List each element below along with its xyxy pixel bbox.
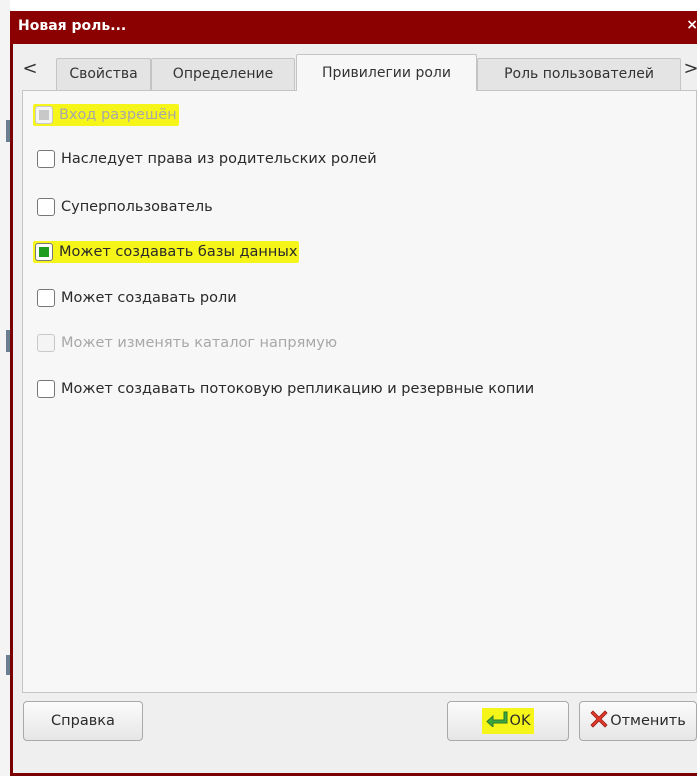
option-label: Может создавать роли	[61, 290, 237, 306]
highlight: OK	[481, 708, 535, 734]
tab-role-privileges[interactable]: Привилегии роли	[296, 54, 477, 91]
option-label: Может создавать базы данных	[59, 244, 298, 260]
ok-button[interactable]: OK	[447, 701, 569, 741]
background-app-edge	[0, 0, 10, 776]
option-label: Может изменять каталог напрямую	[61, 335, 338, 351]
option-superuser[interactable]: Суперпользователь	[37, 195, 213, 219]
tab-role-membership[interactable]: Роль пользователей	[477, 58, 681, 90]
cancel-button-label: Отменить	[610, 713, 686, 729]
replication-checkbox[interactable]	[37, 380, 55, 398]
screen: Новая роль... × < Свойства Определение П…	[0, 0, 697, 776]
highlight: Вход разрешён	[33, 104, 179, 126]
red-x-icon	[590, 710, 608, 732]
update-catalog-checkbox[interactable]	[37, 334, 55, 352]
option-can-login[interactable]: Вход разрешён	[33, 103, 179, 127]
create-roles-checkbox[interactable]	[37, 289, 55, 307]
new-role-dialog: Новая роль... × < Свойства Определение П…	[10, 11, 697, 776]
ok-button-label: OK	[509, 713, 531, 729]
help-button[interactable]: Справка	[23, 701, 143, 741]
option-inherit-rights[interactable]: Наследует права из родительских ролей	[37, 147, 377, 171]
highlight: Может создавать базы данных	[33, 241, 300, 263]
tab-bar: < Свойства Определение Привилегии роли Р…	[21, 54, 697, 91]
cancel-button[interactable]: Отменить	[579, 701, 697, 741]
tab-scroll-right-icon[interactable]: >	[682, 56, 697, 86]
window-title: Новая роль...	[18, 18, 127, 34]
close-icon[interactable]: ×	[686, 17, 697, 33]
enter-arrow-icon	[485, 711, 508, 731]
title-bar: Новая роль... ×	[10, 11, 697, 44]
help-button-label: Справка	[51, 713, 115, 729]
option-replication[interactable]: Может создавать потоковую репликацию и р…	[37, 377, 534, 401]
option-label: Суперпользователь	[61, 199, 213, 215]
can-login-checkbox[interactable]	[35, 106, 53, 124]
create-databases-checkbox[interactable]	[35, 243, 53, 261]
option-create-roles[interactable]: Может создавать роли	[37, 286, 237, 310]
option-create-databases[interactable]: Может создавать базы данных	[33, 240, 300, 264]
option-label: Может создавать потоковую репликацию и р…	[61, 381, 535, 397]
tab-scroll-left-icon[interactable]: <	[21, 56, 39, 86]
superuser-checkbox[interactable]	[37, 198, 55, 216]
option-label: Вход разрешён	[59, 107, 177, 123]
tab-definition[interactable]: Определение	[151, 58, 295, 90]
tab-properties[interactable]: Свойства	[56, 58, 151, 90]
option-label: Наследует права из родительских ролей	[61, 151, 377, 167]
option-update-catalog[interactable]: Может изменять каталог напрямую	[37, 331, 337, 355]
privileges-panel: Вход разрешён Наследует права из родител…	[22, 90, 697, 693]
inherit-rights-checkbox[interactable]	[37, 150, 55, 168]
